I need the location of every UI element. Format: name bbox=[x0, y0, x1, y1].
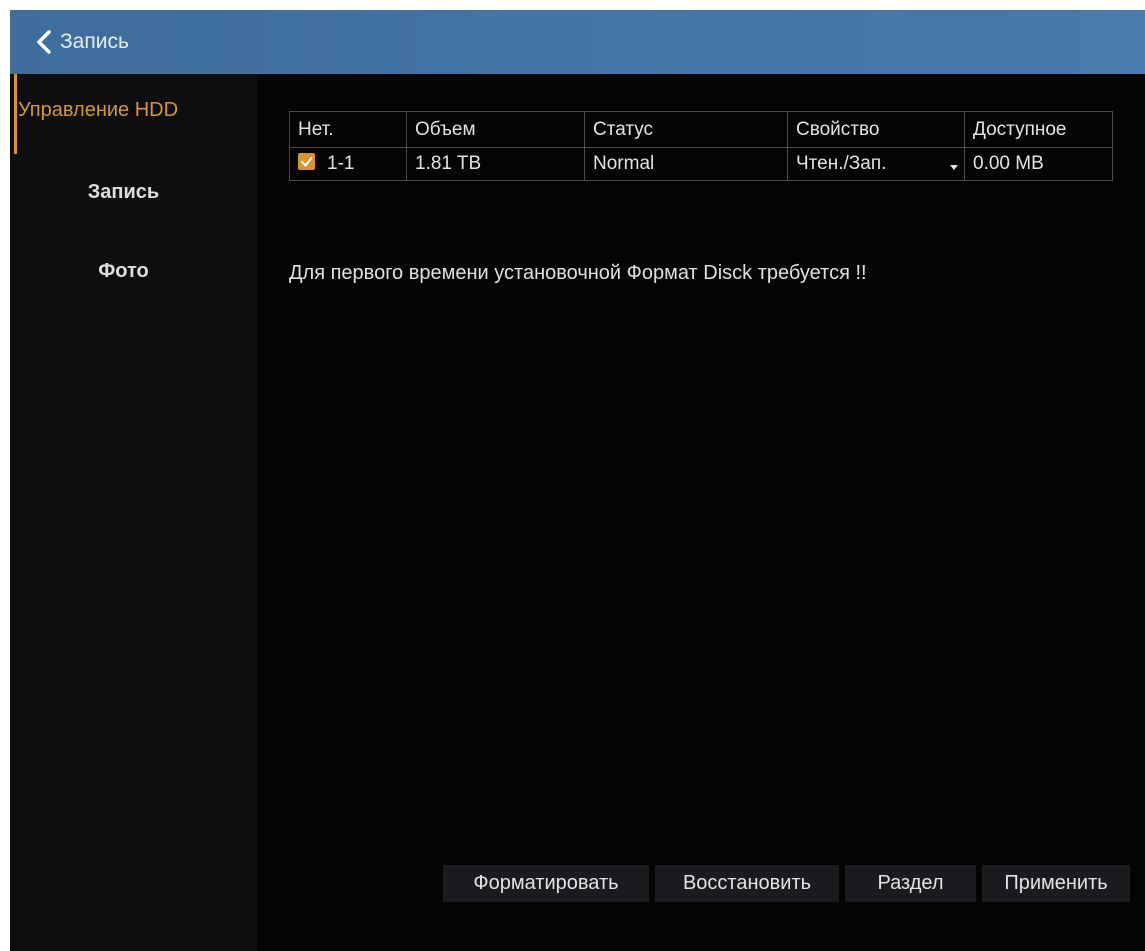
format-notice: Для первого времени установочной Формат … bbox=[289, 262, 867, 284]
column-header-capacity: Объем bbox=[406, 111, 585, 148]
sidebar-item-hdd-management[interactable]: Управление HDD bbox=[10, 99, 257, 122]
property-value: Чтен./Зап. bbox=[796, 153, 887, 174]
page-title: Запись bbox=[60, 30, 129, 53]
row-checkbox[interactable] bbox=[298, 153, 315, 171]
disk-number: 1-1 bbox=[327, 153, 355, 174]
dropdown-arrow-icon bbox=[950, 165, 958, 170]
column-header-available: Доступное bbox=[964, 111, 1113, 148]
apply-button[interactable]: Применить bbox=[982, 865, 1130, 902]
format-button[interactable]: Форматировать bbox=[443, 865, 649, 902]
app-window: Запись Управление HDD Запись Фото Нет. О… bbox=[10, 10, 1145, 951]
cell-status: Normal bbox=[584, 147, 788, 181]
title-bar: Запись bbox=[10, 10, 1145, 74]
cell-no: 1-1 bbox=[289, 147, 407, 181]
cell-available: 0.00 MB bbox=[964, 147, 1113, 181]
restore-button[interactable]: Восстановить bbox=[655, 865, 839, 902]
main-panel: Нет. Объем Статус Свойство Доступное 1-1 bbox=[257, 74, 1145, 951]
column-header-property: Свойство bbox=[787, 111, 965, 148]
column-header-no: Нет. bbox=[289, 111, 407, 148]
property-select[interactable]: Чтен./Зап. bbox=[787, 147, 965, 181]
chevron-left-icon bbox=[34, 29, 54, 55]
sidebar: Управление HDD Запись Фото bbox=[10, 74, 257, 951]
back-button[interactable]: Запись bbox=[34, 22, 129, 62]
table-header-row: Нет. Объем Статус Свойство Доступное bbox=[289, 111, 1113, 148]
table-row: 1-1 1.81 TB Normal Чтен./Зап. 0.00 MB bbox=[289, 147, 1113, 181]
hdd-table: Нет. Объем Статус Свойство Доступное 1-1 bbox=[289, 111, 1113, 181]
column-header-status: Статус bbox=[584, 111, 788, 148]
sidebar-item-photo[interactable]: Фото bbox=[10, 260, 257, 283]
partition-button[interactable]: Раздел bbox=[845, 865, 976, 902]
check-icon bbox=[301, 157, 313, 167]
cell-capacity: 1.81 TB bbox=[406, 147, 585, 181]
sidebar-item-record[interactable]: Запись bbox=[10, 181, 257, 204]
